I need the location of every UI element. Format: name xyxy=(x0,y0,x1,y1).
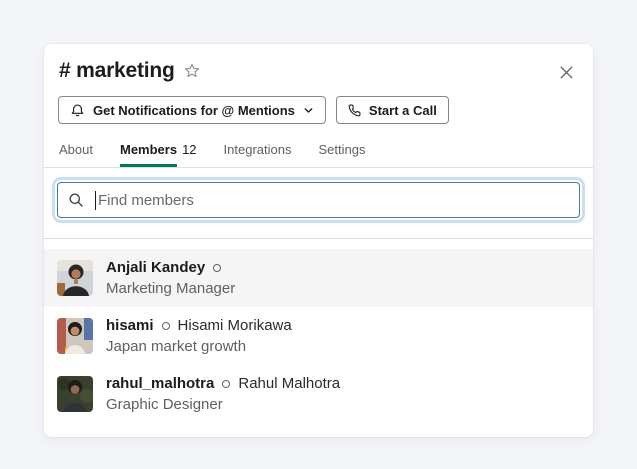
member-subtitle: Marketing Manager xyxy=(106,279,236,297)
bell-icon xyxy=(71,104,84,116)
start-call-button-label: Start a Call xyxy=(368,102,437,118)
close-icon xyxy=(560,66,573,79)
member-display-name: hisami xyxy=(106,316,154,334)
phone-icon xyxy=(348,104,361,116)
tab-settings-label: Settings xyxy=(318,142,366,157)
channel-details-modal: # marketing Get Notifications for @ Ment… xyxy=(44,44,593,437)
modal-header: # marketing xyxy=(44,44,593,84)
section-divider xyxy=(44,238,593,239)
text-caret xyxy=(95,190,96,210)
member-list: Anjali Kandey Marketing Manager hisami H… xyxy=(44,249,593,423)
member-display-name: rahul_malhotra xyxy=(106,374,215,392)
chevron-down-icon xyxy=(304,107,313,113)
search-section xyxy=(44,168,593,238)
star-channel-button[interactable] xyxy=(184,63,200,79)
member-full-name: Hisami Morikawa xyxy=(177,316,292,334)
find-members-input[interactable] xyxy=(98,191,569,209)
member-row[interactable]: Anjali Kandey Marketing Manager xyxy=(44,249,593,307)
tab-bar: About Members 12 Integrations Settings xyxy=(44,124,593,168)
member-subtitle: Graphic Designer xyxy=(106,395,223,413)
member-subtitle: Japan market growth xyxy=(106,337,247,355)
member-row[interactable]: hisami Hisami Morikawa Japan market grow… xyxy=(44,307,593,365)
member-row[interactable]: rahul_malhotra Rahul Malhotra Graphic De… xyxy=(44,365,593,423)
tab-settings[interactable]: Settings xyxy=(318,138,365,167)
presence-indicator-offline xyxy=(222,379,231,388)
avatar-photo-rahul xyxy=(57,376,93,412)
member-avatar[interactable] xyxy=(57,376,93,412)
member-display-name: Anjali Kandey xyxy=(106,258,206,276)
star-icon xyxy=(184,63,199,77)
search-icon xyxy=(69,193,83,207)
notifications-button-label: Get Notifications for @ Mentions xyxy=(93,102,295,118)
avatar-photo-anjali xyxy=(57,260,93,296)
member-avatar[interactable] xyxy=(57,318,93,354)
presence-indicator-offline xyxy=(213,263,222,272)
tab-about-label: About xyxy=(59,142,93,157)
tab-integrations-label: Integrations xyxy=(223,142,292,157)
member-avatar[interactable] xyxy=(57,260,93,296)
search-box[interactable] xyxy=(57,182,580,218)
start-call-button[interactable]: Start a Call xyxy=(335,96,449,124)
presence-indicator-offline xyxy=(161,321,170,330)
channel-title: # marketing xyxy=(59,59,175,82)
action-buttons-row: Get Notifications for @ Mentions Start a… xyxy=(44,84,593,124)
close-button[interactable] xyxy=(556,62,577,83)
tab-integrations[interactable]: Integrations xyxy=(224,138,292,167)
tab-members[interactable]: Members 12 xyxy=(119,138,197,167)
tab-members-count: 12 xyxy=(182,142,197,157)
tab-members-label: Members xyxy=(119,142,178,167)
avatar-photo-hisami xyxy=(57,318,93,354)
notifications-button[interactable]: Get Notifications for @ Mentions xyxy=(58,96,326,124)
member-full-name: Rahul Malhotra xyxy=(238,374,341,392)
tab-about[interactable]: About xyxy=(59,138,93,167)
